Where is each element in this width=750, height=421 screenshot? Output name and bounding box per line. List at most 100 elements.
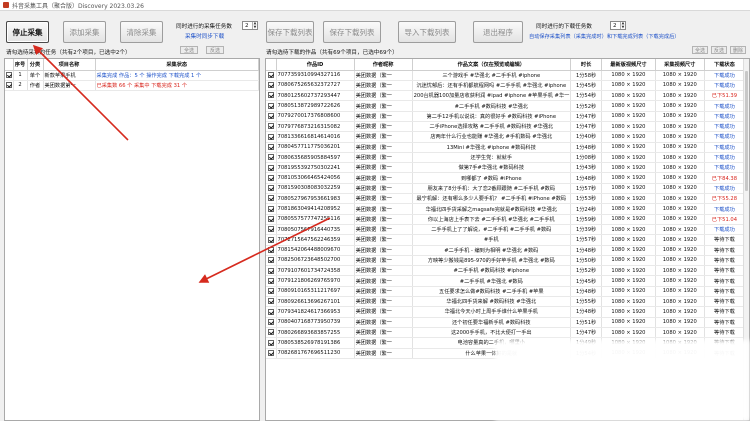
table-row[interactable]: 7080557577747255116 美团数据（繁一 你以上海店上手表下去 #二手… bbox=[266, 214, 746, 225]
col-status[interactable]: 采集状态 bbox=[95, 59, 259, 71]
row-latest-size: 1080 × 1920 bbox=[601, 275, 656, 287]
row-checkbox[interactable] bbox=[267, 205, 274, 212]
col-duration[interactable]: 时长 bbox=[570, 59, 603, 71]
right-invert-button[interactable]: 反选 bbox=[711, 46, 727, 54]
import-download-list-button[interactable]: 导入下载列表 bbox=[398, 21, 456, 43]
row-checkbox[interactable] bbox=[267, 113, 274, 120]
col-download-status[interactable]: 下载状态 bbox=[704, 59, 746, 71]
table-row[interactable]: 7079776873216315082 美团数据（繁一 二手iPhone选择攻略 #… bbox=[266, 121, 746, 133]
table-row[interactable]: 7079121806269765970 美团数据（繁一 #二手手机 #华强北 #数码… bbox=[266, 275, 746, 287]
left-select-all-button[interactable]: 全选 bbox=[180, 46, 198, 54]
row-checkbox[interactable] bbox=[267, 246, 274, 253]
row-checkbox[interactable] bbox=[267, 154, 274, 161]
col-category[interactable]: 分类 bbox=[27, 59, 44, 71]
row-author: 美团数据（繁一 bbox=[354, 317, 413, 328]
row-checkbox[interactable] bbox=[267, 319, 274, 326]
row-checkbox[interactable] bbox=[267, 339, 274, 346]
row-checkbox[interactable] bbox=[267, 71, 274, 78]
table-row[interactable]: 7080926613696267101 美团数据（繁一 华福北四手货来解 #数码科技… bbox=[266, 296, 746, 308]
row-checkbox[interactable] bbox=[267, 298, 274, 305]
table-row[interactable]: 7079107601734724358 美团数据（繁一 #二手手机 #数码科技 #i… bbox=[266, 265, 746, 277]
row-download-status: 下载成功 bbox=[704, 100, 746, 112]
row-checkbox[interactable] bbox=[267, 164, 274, 171]
row-work-id: 7081955392750302241 bbox=[276, 162, 355, 174]
table-row[interactable]: 7081053066465424056 美团数据（繁一 到哪都了 #数码 #iPho… bbox=[266, 172, 746, 184]
exit-button[interactable]: 退出程序 bbox=[473, 21, 523, 43]
table-row[interactable]: 7080635685905884597 美团数据（繁一 还学生党：就就手 1分08秒 1… bbox=[266, 152, 746, 164]
table-row[interactable]: 7079270017376808600 美团数据（繁一 第二手12手机以说说：真的很… bbox=[266, 111, 746, 122]
col-work-id[interactable]: 作品ID bbox=[276, 59, 355, 71]
table-row[interactable]: 7080266893683857255 美团数据（繁一 这2000手手机，不比大便打… bbox=[266, 327, 746, 339]
col-index[interactable]: 序号 bbox=[13, 59, 28, 71]
row-work-id: 7080457711775036201 bbox=[276, 142, 355, 153]
row-work-id: 7080557577747255116 bbox=[276, 214, 355, 225]
table-row[interactable]: 7080527967953661983 美团数据（繁一 最宁机解：还有哪么多少人要手… bbox=[266, 193, 746, 205]
row-checkbox[interactable] bbox=[267, 277, 274, 284]
table-row[interactable]: 7081336616814614016 美团数据（繁一 店两年什么行业也能赚 #华强… bbox=[266, 131, 746, 143]
row-checkbox[interactable] bbox=[267, 143, 274, 150]
row-checkbox[interactable] bbox=[267, 288, 274, 295]
table-row[interactable]: 7072715647562246359 美团数据（繁一 #手机 1分57秒 1080 ×… bbox=[266, 234, 746, 246]
save-download-list-button[interactable]: 保存下载列表 bbox=[266, 21, 314, 43]
table-row[interactable]: 7077359310994327116 美团数据（繁一 三个游戏手 #华强北 #二手… bbox=[266, 70, 746, 81]
table-row[interactable]: 7081542064488009670 美团数据（繁一 #二手手机 - 编到为相明 … bbox=[266, 245, 746, 256]
add-collect-button[interactable]: 添加采集 bbox=[63, 21, 106, 43]
row-checkbox[interactable] bbox=[267, 123, 274, 130]
row-duration: 1分52秒 bbox=[570, 265, 603, 277]
table-row[interactable]: 7080507567916440735 美团数据（繁一 二手手机上了了解说，#二手手… bbox=[266, 224, 746, 236]
col-collect-size[interactable]: 采集视频尺寸 bbox=[655, 59, 705, 71]
col-latest-size[interactable]: 最新版视频尺寸 bbox=[601, 59, 656, 71]
empty-row bbox=[5, 204, 259, 214]
col-author[interactable]: 作者昵称 bbox=[354, 59, 413, 71]
table-row[interactable]: 7080675265632372727 美团数据（繁一 沉迷忧郁后：还有手机都航程网… bbox=[266, 80, 746, 92]
table-row[interactable]: 7080910165311217697 美团数据（繁一 五任要求怎么做#数码科技 #… bbox=[266, 286, 746, 298]
stop-collect-button[interactable]: 停止采集 bbox=[6, 21, 49, 43]
table-row[interactable]: 7082506723648502700 美团数据（繁一 方映等少搬钱是895-970… bbox=[266, 255, 746, 267]
row-checkbox[interactable] bbox=[267, 236, 274, 243]
row-duration: 1分48秒 bbox=[570, 245, 603, 256]
auto-save-link[interactable]: 自动保存采集列表（采集完成时）和下载完成列表（下载完成后） bbox=[529, 33, 679, 40]
row-collect-size: 1080 × 1920 bbox=[655, 152, 705, 164]
right-select-all-button[interactable]: 全选 bbox=[692, 46, 708, 54]
row-checkbox[interactable] bbox=[267, 216, 274, 223]
table-row[interactable]: 1 单个 新款苹果手机 采集完成 作品：5 个 操作完成 下载完成 1 个 bbox=[5, 70, 259, 81]
row-checkbox[interactable] bbox=[267, 174, 274, 181]
row-checkbox[interactable] bbox=[267, 308, 274, 315]
spinner-arrows-icon[interactable]: ▲ ▼ bbox=[252, 21, 257, 29]
table-row[interactable]: 7081863049414208952 美团数据（繁一 华福北四手货采解之magsa… bbox=[266, 203, 746, 215]
table-row[interactable]: 7080513872989722626 美团数据（繁一 #二手手机 #数码科技 #华… bbox=[266, 100, 746, 112]
row-checkbox[interactable] bbox=[267, 102, 274, 109]
table-row[interactable]: 7080457711775036201 美团数据（繁一 13Mini #华强北 #i… bbox=[266, 142, 746, 153]
row-download-status: 已下51.39 bbox=[704, 90, 746, 102]
save-download-list-button-2[interactable]: 保存下载列表 bbox=[323, 21, 381, 43]
table-row[interactable]: 7081590308083032259 美团数据（繁一 朋友来了8分手机：大了恋2番… bbox=[266, 183, 746, 195]
row-author: 美团数据（繁一 bbox=[354, 327, 413, 339]
row-checkbox[interactable] bbox=[267, 82, 274, 89]
row-checkbox[interactable] bbox=[267, 329, 274, 336]
col-caption[interactable]: 作品文案（仅在预览或编辑） bbox=[412, 59, 571, 71]
row-checkbox[interactable] bbox=[267, 257, 274, 264]
sync-download-link[interactable]: 采集时同步下载 bbox=[185, 32, 224, 40]
scrollbar-thumb[interactable] bbox=[745, 71, 748, 191]
left-invert-button[interactable]: 反选 bbox=[206, 46, 224, 54]
spinner-arrows-icon[interactable]: ▲ ▼ bbox=[620, 21, 625, 29]
right-delete-button[interactable]: 删除 bbox=[730, 46, 746, 54]
clear-collect-button[interactable]: 清除采集 bbox=[120, 21, 163, 43]
row-checkbox[interactable] bbox=[267, 195, 274, 202]
row-checkbox[interactable] bbox=[6, 82, 12, 89]
row-checkbox[interactable] bbox=[267, 92, 274, 99]
table-row[interactable]: 2 作者 美团数据第一 已采集数 66 个 采集中 下载完成 31 个 bbox=[5, 80, 259, 92]
row-checkbox[interactable] bbox=[267, 133, 274, 140]
row-checkbox[interactable] bbox=[267, 267, 274, 274]
table-row[interactable]: 7081955392750302241 美团数据（繁一 做第7手#华强北 #数码科技… bbox=[266, 162, 746, 174]
row-checkbox[interactable] bbox=[267, 349, 274, 356]
row-checkbox[interactable] bbox=[267, 185, 274, 192]
row-checkbox[interactable] bbox=[267, 226, 274, 233]
download-tasks-spinner[interactable]: 2 ▲ ▼ bbox=[610, 21, 626, 30]
col-name[interactable]: 项目名称 bbox=[43, 59, 96, 71]
table-row[interactable]: 7079341824617366953 美团数据（繁一 华福北今天小时上周手手谁什么… bbox=[266, 306, 746, 318]
table-row[interactable]: 7080407168773950739 美团数据（繁一 还个初任要华福新手机 #数码… bbox=[266, 317, 746, 328]
collect-tasks-spinner[interactable]: 2 ▲ ▼ bbox=[242, 21, 258, 30]
table-row[interactable]: 7080125602737293447 美团数据（繁一 200台机器100加量店收获… bbox=[266, 90, 746, 102]
row-checkbox[interactable] bbox=[6, 71, 12, 78]
